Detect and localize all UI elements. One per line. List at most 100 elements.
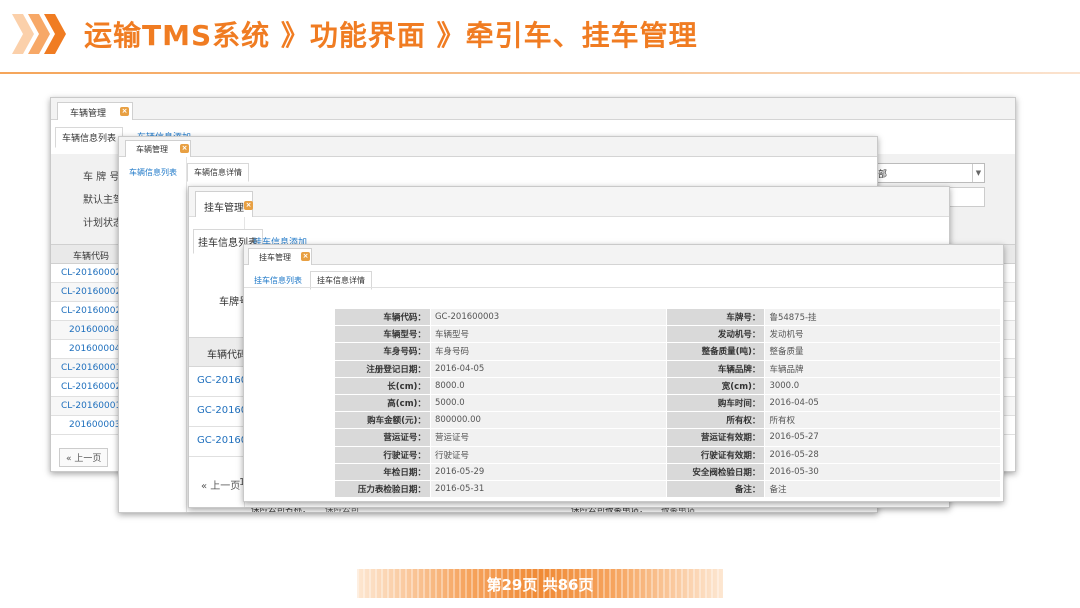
subtab-vehicle-info-list[interactable]: 车辆信息列表 [55, 127, 124, 148]
detail-row: 高(cm)： 5000.0 购车时间： 2016-04-05 [334, 393, 1001, 413]
field-value: 2016-04-05 [429, 359, 667, 378]
subtab-vehicle-info-list[interactable]: 车辆信息列表 [129, 167, 177, 178]
field-value: 车辆品牌 [764, 359, 1001, 378]
field-label: 发动机号： [665, 325, 766, 344]
prev-page-button[interactable]: « 上一页 [59, 448, 109, 467]
field-value: 鲁54875-挂 [764, 307, 1001, 327]
vehicle-code-link[interactable]: 201600004 [69, 325, 121, 335]
field-label: 车牌号： [665, 307, 766, 327]
trailer-detail-table: 车辆代码： GC-201600003 车牌号： 鲁54875-挂 车辆型号： 车辆型号 发动… [334, 307, 1001, 499]
field-label: 营运证有效期： [665, 428, 766, 447]
field-value: GC-201600003 [429, 307, 667, 327]
field-label: 高(cm)： [334, 393, 431, 413]
field-label: 营运证号： [334, 428, 431, 447]
table-row[interactable]: GC-201600001 [189, 427, 273, 457]
subtab-vehicle-info-detail[interactable]: 车辆信息详情 [187, 163, 249, 182]
field-label: 车辆代码： [334, 307, 431, 327]
close-icon[interactable]: × [244, 201, 253, 210]
detail-row: 注册登记日期： 2016-04-05 车辆品牌： 车辆品牌 [334, 359, 1001, 378]
page-footer: 第29页 共86页 [357, 569, 723, 598]
detail-row: 营运证号： 营运证号 营运证有效期： 2016-05-27 [334, 428, 1001, 447]
field-label: 所有权： [665, 411, 766, 430]
field-label: 车辆型号： [334, 325, 431, 344]
field-label: 购车时间： [665, 393, 766, 413]
tab-vehicle-management[interactable]: 车辆管理 × [57, 102, 133, 120]
close-icon[interactable]: × [301, 252, 310, 261]
close-icon[interactable]: × [180, 144, 189, 153]
driver-filter-label: 默认主驾 [83, 195, 123, 206]
field-label: 长(cm)： [334, 376, 431, 395]
tab-trailer-management[interactable]: 挂车管理 × [195, 191, 253, 217]
vehicle-code-link[interactable]: 201600004 [69, 344, 121, 354]
field-label: 整备质量(吨)： [665, 342, 766, 361]
divider [244, 287, 1003, 288]
tabstrip: 车辆管理 × [119, 137, 877, 157]
tabstrip: 车辆管理 × [51, 98, 1015, 120]
field-label: 安全阀检验日期： [665, 462, 766, 481]
field-label: 压力表检验日期： [334, 479, 431, 499]
field-value: 800000.00 [429, 411, 667, 430]
field-value: 营运证号 [429, 428, 667, 447]
trailer-detail-window: 挂车管理 × 挂车信息列表 挂车信息详情 车辆代码： GC-201600003 车牌… [243, 244, 1004, 502]
tab-label: 挂车管理 [204, 203, 244, 214]
table-row[interactable]: GC-201600003 [189, 367, 273, 397]
field-label: 车身号码： [334, 342, 431, 361]
field-value: 车身号码 [429, 342, 667, 361]
header-divider [0, 72, 1080, 74]
detail-row: 压力表检验日期： 2016-05-31 备注： 备注 [334, 479, 1001, 499]
detail-row: 年检日期： 2016-05-29 安全阀检验日期： 2016-05-30 [334, 462, 1001, 481]
column-header-vehicle-code: 车辆代码 [207, 350, 247, 361]
subtab-trailer-info-list[interactable]: 挂车信息列表 [254, 275, 302, 286]
field-label: 购车金额(元)： [334, 411, 431, 430]
field-value: 2016-05-27 [764, 428, 1001, 447]
field-label: 备注： [665, 479, 766, 499]
table-header: 车辆代码 [189, 337, 247, 367]
field-value: 2016-05-31 [429, 479, 667, 499]
field-value: 车辆型号 [429, 325, 667, 344]
field-value: 5000.0 [429, 393, 667, 413]
tab-label: 车辆管理 [136, 145, 168, 154]
chevron-down-icon[interactable]: ▼ [972, 164, 984, 182]
tabstrip: 挂车管理 × [189, 187, 949, 217]
department-select-value: 部 [878, 170, 888, 180]
field-value: 行驶证号 [429, 445, 667, 464]
tabstrip: 挂车管理 × [244, 245, 1003, 265]
field-value: 8000.0 [429, 376, 667, 395]
slide-header: 运输TMS系统 》功能界面 》牵引车、挂车管理 [0, 0, 1080, 74]
field-value: 发动机号 [764, 325, 1001, 344]
field-value: 2016-05-28 [764, 445, 1001, 464]
field-label: 年检日期： [334, 462, 431, 481]
detail-row: 车辆代码： GC-201600003 车牌号： 鲁54875-挂 [334, 307, 1001, 327]
field-value: 3000.0 [764, 376, 1001, 395]
trailer-detail-body: 车辆代码： GC-201600003 车牌号： 鲁54875-挂 车辆型号： 车辆型号 发动… [334, 307, 1001, 499]
vehicle-code-link[interactable]: 201600003 [69, 420, 121, 430]
field-value: 2016-04-05 [764, 393, 1001, 413]
field-label: 宽(cm)： [665, 376, 766, 395]
field-label: 车辆品牌： [665, 359, 766, 378]
chevron-decoration-icon [12, 14, 76, 54]
close-icon[interactable]: × [120, 107, 129, 116]
detail-row: 购车金额(元)： 800000.00 所有权： 所有权 [334, 411, 1001, 430]
field-value: 整备质量 [764, 342, 1001, 361]
field-label: 注册登记日期： [334, 359, 431, 378]
column-header-vehicle-code: 车辆代码 [73, 252, 110, 262]
detail-row: 行驶证号： 行驶证号 行驶证有效期： 2016-05-28 [334, 445, 1001, 464]
tab-vehicle-management[interactable]: 车辆管理 × [125, 140, 191, 157]
department-select[interactable]: 部 ▼ [873, 163, 985, 183]
sidebar [119, 157, 187, 512]
field-value: 2016-05-30 [764, 462, 1001, 481]
tab-trailer-management[interactable]: 挂车管理 × [248, 248, 312, 265]
page-counter: 第29页 共86页 [486, 576, 594, 594]
field-label: 行驶证有效期： [665, 445, 766, 464]
field-value: 所有权 [764, 411, 1001, 430]
detail-row: 长(cm)： 8000.0 宽(cm)： 3000.0 [334, 376, 1001, 395]
plan-status-filter-label: 计划状态 [83, 218, 123, 229]
field-value: 2016-05-29 [429, 462, 667, 481]
slide-title: 运输TMS系统 》功能界面 》牵引车、挂车管理 [84, 19, 698, 52]
detail-row: 车身号码： 车身号码 整备质量(吨)： 整备质量 [334, 342, 1001, 361]
plate-filter-label: 车 牌 号 [83, 172, 120, 183]
table-row[interactable]: GC-201600002 [189, 397, 273, 427]
tab-label: 挂车管理 [259, 253, 291, 262]
detail-row: 车辆型号： 车辆型号 发动机号： 发动机号 [334, 325, 1001, 344]
tab-label: 车辆管理 [70, 109, 107, 119]
